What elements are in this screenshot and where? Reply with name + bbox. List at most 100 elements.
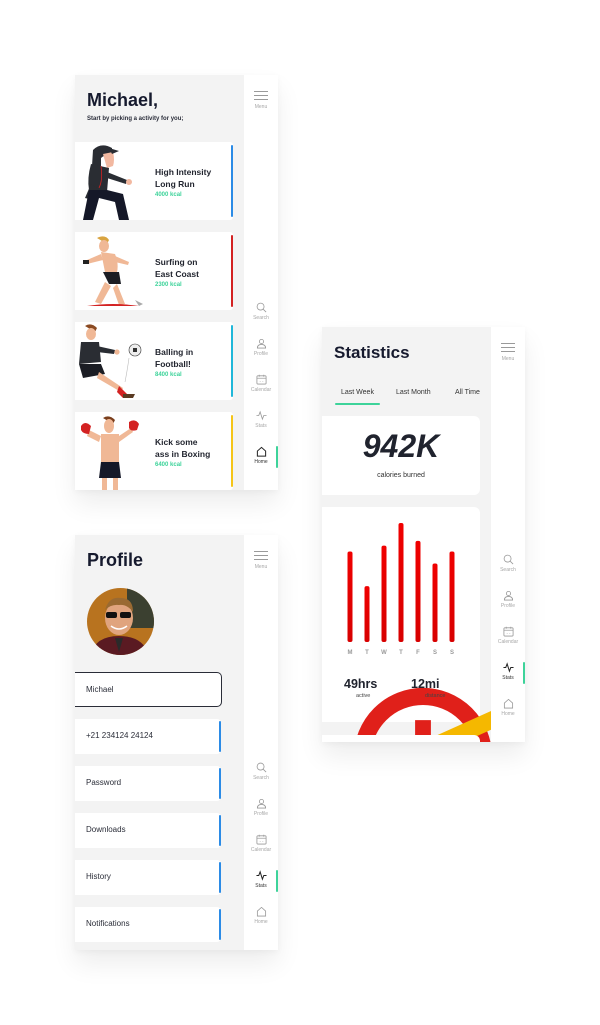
- search-icon: [503, 554, 514, 565]
- activity-icon: [256, 870, 267, 881]
- hamburger-icon: [254, 551, 268, 561]
- greeting-title: Michael,: [87, 90, 159, 110]
- surfer-illustration: [83, 236, 143, 306]
- activity-card-football[interactable]: Balling in Football! 8400 kcal: [75, 322, 233, 400]
- menu-button[interactable]: Menu: [491, 343, 525, 362]
- x-tick-label: S: [450, 650, 454, 656]
- activity-card-surf[interactable]: Surfing on East Coast 2300 kcal: [75, 232, 233, 310]
- x-tick-label: S: [433, 650, 437, 656]
- activity-accent-bar: [231, 325, 233, 397]
- user-icon: [256, 798, 267, 809]
- field-accent-bar: [219, 815, 221, 846]
- activity-title: Surfing on East Coast: [155, 257, 199, 279]
- stats-title: Statistics: [334, 343, 410, 362]
- sidebar-nav: Menu Search Profile Calendar Stats Home: [244, 535, 278, 950]
- activity-accent-bar: [231, 415, 233, 487]
- activity-icon: [256, 410, 267, 421]
- field-accent-bar: [219, 909, 221, 940]
- tab-last-week[interactable]: Last Week: [335, 389, 380, 405]
- hamburger-icon: [501, 343, 515, 353]
- weekly-bar-chart: MTWTFSS: [347, 523, 455, 656]
- search-icon: [256, 762, 267, 773]
- password-field[interactable]: Password: [75, 766, 221, 801]
- menu-button[interactable]: Menu: [244, 91, 278, 110]
- greeting-subtitle: Start by picking a activity for you;: [87, 116, 184, 122]
- nav-item-search[interactable]: Search: [244, 302, 278, 338]
- field-accent-bar: [219, 862, 221, 893]
- sidebar-nav: Menu Search Profile Calendar Stats Home: [491, 327, 525, 742]
- activity-card-boxing[interactable]: Kick some ass in Boxing 6400 kcal: [75, 412, 233, 490]
- distance-metric: 12mi distance: [411, 677, 491, 742]
- bar-5: [432, 563, 438, 642]
- activity-title: Kick some ass in Boxing: [155, 437, 211, 459]
- stats-main: Statistics Last Week Last Month All Time…: [322, 327, 491, 742]
- period-tabs: Last Week Last Month All Time: [334, 389, 491, 405]
- activity-card-run[interactable]: High Intensity Long Run 4000 kcal: [75, 142, 233, 220]
- footballer-illustration: [79, 324, 142, 398]
- nav-item-stats[interactable]: Stats: [244, 410, 278, 446]
- nav-list: Search Profile Calendar Stats Home: [244, 762, 278, 942]
- tab-last-month[interactable]: Last Month: [396, 389, 431, 396]
- nav-item-profile[interactable]: Profile: [244, 338, 278, 374]
- history-item[interactable]: History: [75, 860, 221, 895]
- bar-4: [415, 540, 421, 642]
- activity-accent-bar: [231, 145, 233, 217]
- calories-label: calories burned: [377, 472, 425, 479]
- nav-item-home[interactable]: Home: [244, 906, 278, 942]
- nav-item-profile[interactable]: Profile: [491, 590, 525, 626]
- menu-button[interactable]: Menu: [244, 551, 278, 570]
- bar-2: [381, 545, 387, 642]
- nav-item-stats[interactable]: Stats: [491, 662, 525, 698]
- home-icon: [503, 698, 514, 709]
- calendar-icon: [256, 374, 267, 385]
- navigation-arrow-icon: [422, 710, 491, 742]
- home-screen: Michael, Start by picking a activity for…: [75, 75, 278, 490]
- tab-all-time[interactable]: All Time: [455, 389, 480, 396]
- profile-main: Profile Michael +21 234124 24124 Passwor…: [75, 535, 244, 950]
- nav-item-search[interactable]: Search: [491, 554, 525, 590]
- activity-kcal: 2300 kcal: [155, 282, 182, 288]
- activity-kcal: 6400 kcal: [155, 462, 182, 468]
- nav-item-stats[interactable]: Stats: [244, 870, 278, 906]
- hamburger-icon: [254, 91, 268, 101]
- activity-kcal: 8400 kcal: [155, 372, 182, 378]
- calories-value: 942K: [362, 428, 440, 464]
- phone-field[interactable]: +21 234124 24124: [75, 719, 221, 754]
- home-icon: [256, 906, 267, 917]
- avatar[interactable]: [87, 588, 154, 655]
- nav-item-home[interactable]: Home: [244, 446, 278, 482]
- activity-accent-bar: [231, 235, 233, 307]
- avatar-photo: [87, 588, 154, 655]
- activity-title: Balling in Football!: [155, 347, 194, 369]
- statistics-screen: Statistics Last Week Last Month All Time…: [322, 327, 525, 742]
- nav-item-home[interactable]: Home: [491, 698, 525, 734]
- nav-item-calendar[interactable]: Calendar: [491, 626, 525, 662]
- runner-illustration: [83, 145, 132, 220]
- field-accent-bar: [219, 721, 221, 752]
- bar-0: [347, 551, 353, 642]
- sidebar-nav: Menu Search Profile Calendar Stats Home: [244, 75, 278, 490]
- downloads-item[interactable]: Downloads: [75, 813, 221, 848]
- nav-item-profile[interactable]: Profile: [244, 798, 278, 834]
- x-tick-label: T: [365, 650, 369, 656]
- nav-list: Search Profile Calendar Stats Home: [244, 302, 278, 482]
- x-tick-label: M: [348, 650, 353, 656]
- name-field[interactable]: Michael: [75, 672, 222, 707]
- nav-list: Search Profile Calendar Stats Home: [491, 554, 525, 734]
- calendar-icon: [256, 834, 267, 845]
- x-tick-label: W: [381, 650, 387, 656]
- nav-item-calendar[interactable]: Calendar: [244, 374, 278, 410]
- weekly-chart-card: M T W T F S S 49hrs active 12mi distance: [322, 507, 491, 742]
- bar-6: [449, 551, 455, 642]
- notifications-item[interactable]: Notifications: [75, 907, 221, 942]
- next-card-peek: [322, 735, 480, 742]
- calendar-icon: [503, 626, 514, 637]
- nav-item-search[interactable]: Search: [244, 762, 278, 798]
- bar-1: [364, 586, 370, 642]
- user-icon: [503, 590, 514, 601]
- user-icon: [256, 338, 267, 349]
- active-metric: 49hrs active: [344, 677, 491, 742]
- field-accent-bar: [219, 768, 221, 799]
- calories-card: 942K calories burned: [322, 416, 480, 495]
- nav-item-calendar[interactable]: Calendar: [244, 834, 278, 870]
